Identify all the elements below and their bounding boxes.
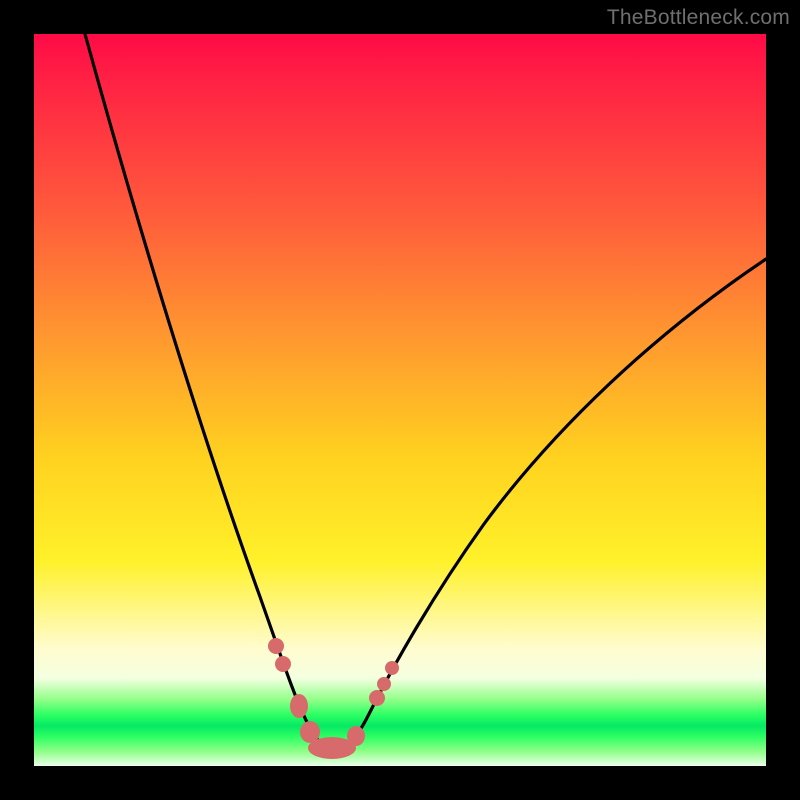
marker-dot — [268, 638, 284, 654]
marker-group — [268, 638, 399, 759]
marker-dot — [369, 690, 385, 706]
curve-path — [85, 34, 766, 749]
bottleneck-curve — [34, 34, 766, 766]
watermark-text: TheBottleneck.com — [607, 6, 790, 30]
marker-dot — [377, 677, 391, 691]
marker-dot — [385, 661, 399, 675]
marker-dot — [290, 694, 308, 718]
marker-dot — [347, 726, 365, 746]
chart-frame: TheBottleneck.com — [0, 0, 800, 800]
marker-dot — [275, 656, 291, 672]
plot-area — [34, 34, 766, 766]
